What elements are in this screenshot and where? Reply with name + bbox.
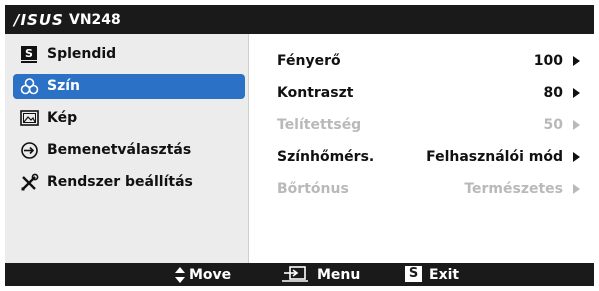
setting-row-contrast[interactable]: Kontraszt 80	[249, 82, 594, 104]
menu-hint: Menu	[317, 267, 361, 283]
exit-key-icon: S	[405, 266, 422, 282]
splendid-icon: S	[21, 46, 37, 63]
sidebar-item-splendid[interactable]: S Splendid	[13, 42, 245, 67]
arrow-right-icon	[573, 184, 580, 194]
setting-value: 100	[533, 53, 563, 69]
sidebar-item-image[interactable]: Kép	[13, 106, 245, 131]
sidebar-item-label: Rendszer beállítás	[47, 174, 193, 190]
setting-label: Színhőmérs.	[277, 149, 375, 165]
sidebar-item-color[interactable]: Szín	[13, 74, 245, 99]
svg-text:S: S	[25, 47, 33, 60]
osd-menu: /ISUS VN248 S Splendid Szín Kép Bemenetv…	[5, 5, 594, 286]
arrow-right-icon	[573, 56, 580, 66]
setting-value: Felhasználói mód	[426, 149, 563, 165]
move-updown-icon	[175, 267, 185, 283]
input-select-icon	[21, 142, 38, 159]
image-icon	[20, 110, 39, 126]
brand-logo: /ISUS	[14, 11, 64, 29]
color-icon	[20, 78, 39, 95]
enter-menu-icon	[282, 266, 308, 282]
setting-label: Bőrtónus	[277, 181, 349, 197]
setting-value: 50	[543, 117, 563, 133]
arrow-right-icon	[573, 120, 580, 130]
footer-bar: Move Menu S Exit	[5, 263, 594, 286]
exit-hint: Exit	[429, 267, 460, 283]
setting-row-color-temp[interactable]: Színhőmérs. Felhasználói mód	[249, 146, 594, 168]
arrow-right-icon	[573, 88, 580, 98]
sidebar-item-label: Bemenetválasztás	[47, 142, 192, 158]
model-name: VN248	[69, 12, 121, 28]
sidebar-item-label: Szín	[47, 78, 80, 94]
setting-label: Kontraszt	[277, 85, 354, 101]
sidebar-item-label: Kép	[47, 110, 78, 126]
setting-value: 80	[543, 85, 563, 101]
setting-label: Telítettség	[277, 117, 362, 133]
sidebar-item-input-select[interactable]: Bemenetválasztás	[13, 138, 245, 163]
setting-label: Fényerő	[277, 53, 341, 69]
sidebar-item-label: Splendid	[47, 46, 117, 62]
settings-panel: Fényerő 100 Kontraszt 80 Telítettség 50 …	[249, 34, 594, 263]
move-hint: Move	[189, 267, 232, 283]
setting-row-skin-tone: Bőrtónus Természetes	[249, 178, 594, 200]
setting-row-brightness[interactable]: Fényerő 100	[249, 50, 594, 72]
setting-value: Természetes	[464, 181, 563, 197]
title-bar: /ISUS VN248	[5, 5, 594, 34]
setting-row-saturation: Telítettség 50	[249, 114, 594, 136]
sidebar-item-system-setup[interactable]: Rendszer beállítás	[13, 170, 245, 195]
arrow-right-icon	[573, 152, 580, 162]
sidebar: S Splendid Szín Kép Bemenetválasztás Ren…	[5, 34, 249, 263]
system-setup-icon	[21, 173, 39, 191]
